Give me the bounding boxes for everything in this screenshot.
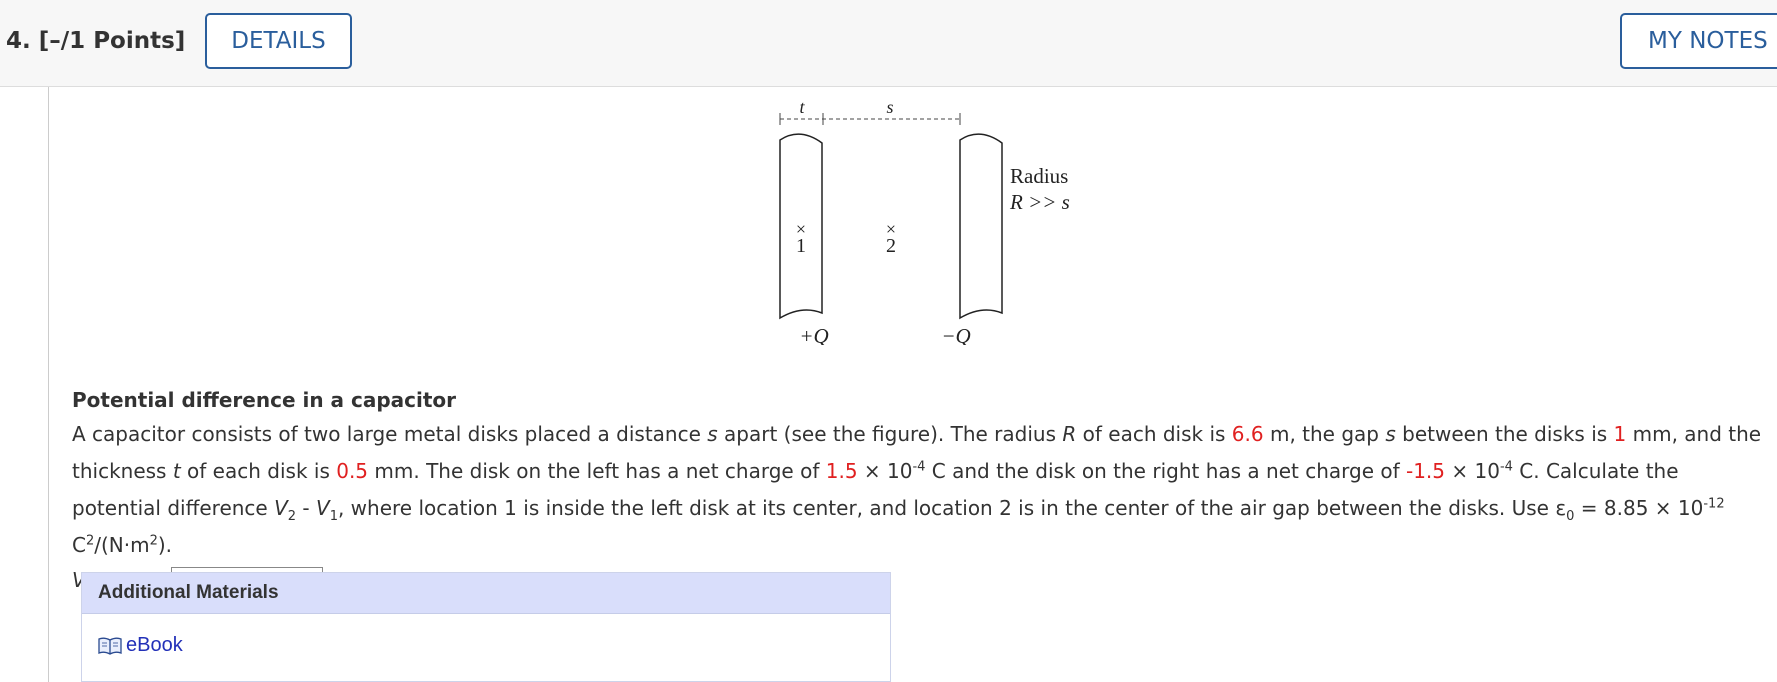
- capacitor-figure: t s × 1 × 2 Radius R >> s +Q −Q: [760, 95, 1100, 349]
- content-border: [48, 87, 49, 682]
- left-charge: +Q: [799, 324, 828, 345]
- right-disk: [959, 133, 1003, 320]
- left-charge-value: 1.5: [825, 459, 858, 483]
- right-charge-value: -1.5: [1405, 459, 1446, 483]
- details-button[interactable]: DETAILS: [205, 13, 352, 69]
- radius-condition: R >> s: [1009, 190, 1070, 214]
- gap-value: 1: [1613, 422, 1627, 446]
- problem-title: Potential difference in a capacitor: [72, 388, 457, 412]
- radius-label: Radius: [1010, 164, 1068, 188]
- radius-value: 6.6: [1231, 422, 1264, 446]
- point1-label: 1: [796, 235, 806, 257]
- additional-materials-panel: Additional Materials eBook: [81, 572, 891, 682]
- ebook-link[interactable]: eBook: [98, 634, 183, 657]
- ebook-label[interactable]: eBook: [126, 634, 183, 657]
- book-icon: [98, 637, 122, 655]
- my-notes-button[interactable]: MY NOTES: [1620, 13, 1777, 69]
- problem-statement: A capacitor consists of two large metal …: [72, 422, 1762, 557]
- s-label: s: [886, 97, 893, 117]
- right-charge: −Q: [941, 324, 970, 345]
- point2-label: 2: [886, 235, 896, 257]
- thickness-value: 0.5: [336, 459, 369, 483]
- t-label: t: [799, 97, 805, 117]
- question-title: 4. [–/1 Points]: [6, 28, 186, 54]
- additional-materials-header: Additional Materials: [82, 573, 890, 614]
- problem-content: Potential difference in a capacitor A ca…: [72, 384, 1772, 599]
- question-header: 4. [–/1 Points] DETAILS MY NOTES: [0, 0, 1777, 87]
